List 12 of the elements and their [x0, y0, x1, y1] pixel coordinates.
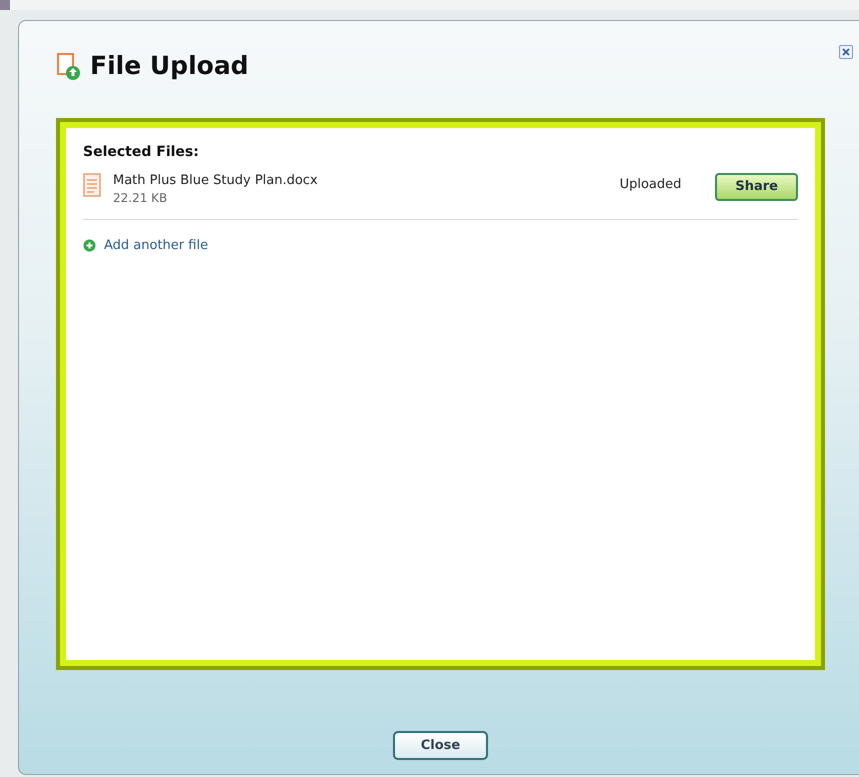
share-button[interactable]: Share: [715, 173, 798, 200]
close-button[interactable]: Close: [392, 730, 488, 760]
file-size: 22.21 KB: [113, 190, 168, 207]
file-name: Math Plus Blue Study Plan.docx: [113, 173, 318, 189]
add-file-link[interactable]: Add another file: [104, 236, 208, 256]
section-title: Selected Files:: [83, 143, 200, 162]
dialog-title: File Upload: [90, 51, 249, 81]
upload-status: Uploaded: [620, 176, 682, 194]
add-icon: [83, 238, 96, 252]
upload-file-icon: [56, 51, 82, 81]
document-icon: [83, 173, 101, 197]
close-icon[interactable]: [839, 45, 853, 59]
